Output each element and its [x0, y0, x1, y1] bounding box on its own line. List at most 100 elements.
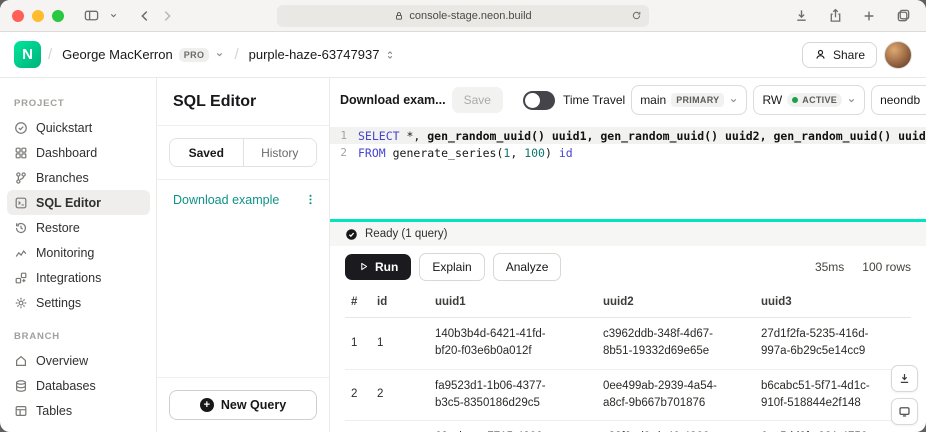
- results-table: # id uuid1 uuid2 uuid3 1 1 140b3b4d-6421…: [345, 287, 911, 432]
- saved-query-item[interactable]: Download example: [157, 180, 329, 219]
- sidebar-item-branches[interactable]: Branches: [7, 165, 150, 190]
- sidebar-item-databases[interactable]: Databases: [7, 373, 150, 398]
- new-tab-icon[interactable]: [858, 4, 880, 28]
- address-bar[interactable]: console-stage.neon.build: [277, 5, 649, 27]
- user-menu[interactable]: George MacKerron PRO: [59, 45, 227, 64]
- sidebar-toggle-icon[interactable]: [80, 4, 102, 28]
- share-button-label: Share: [833, 48, 865, 62]
- downloads-icon[interactable]: [790, 4, 812, 28]
- queries-tabs: Saved History: [169, 138, 317, 167]
- cell-index: 2: [345, 369, 371, 421]
- cell-uuid3: b6cabc51-5f71-4d1c-910f-518844e2f148: [755, 369, 911, 421]
- cell-uuid2: 0ee499ab-2939-4a54-a8cf-9b667b701876: [597, 369, 755, 421]
- avatar[interactable]: [884, 41, 912, 69]
- tab-overview-icon[interactable]: [892, 4, 914, 28]
- database-selector[interactable]: neondb: [871, 85, 926, 115]
- sql-text: ,: [510, 146, 524, 160]
- check-circle-icon: [345, 228, 358, 241]
- share-button[interactable]: Share: [802, 42, 877, 68]
- results-table-container: # id uuid1 uuid2 uuid3 1 1 140b3b4d-6421…: [330, 287, 926, 432]
- editor-main: Download exam... Save Time Travel main P…: [330, 78, 926, 432]
- sidebar-item-settings[interactable]: Settings: [7, 290, 150, 315]
- neon-logo[interactable]: N: [14, 41, 41, 68]
- floating-actions: [891, 365, 918, 425]
- sql-identifier: id: [559, 146, 573, 160]
- analyze-button[interactable]: Analyze: [493, 253, 562, 281]
- sidebar-item-label: Tables: [36, 404, 72, 418]
- chevron-down-icon: [729, 96, 738, 105]
- reload-icon[interactable]: [631, 10, 642, 21]
- sidebar-item-quickstart[interactable]: Quickstart: [7, 115, 150, 140]
- branch-icon: [14, 171, 28, 185]
- compute-selector[interactable]: RW ACTIVE: [753, 85, 865, 115]
- line-number: 2: [330, 146, 358, 159]
- sidebar-item-tables[interactable]: Tables: [7, 398, 150, 423]
- tab-saved[interactable]: Saved: [170, 139, 243, 166]
- share-icon[interactable]: [824, 4, 846, 28]
- chevron-down-icon[interactable]: [102, 4, 124, 28]
- branch-selector[interactable]: main PRIMARY: [631, 85, 747, 115]
- tab-history[interactable]: History: [243, 139, 317, 166]
- cell-uuid2: c3962ddb-348f-4d67-8b51-19332d69e65e: [597, 318, 755, 370]
- close-window-button[interactable]: [12, 10, 24, 22]
- sql-function: gen_random_uuid(): [773, 129, 891, 143]
- sidebar-item-sql-editor[interactable]: SQL Editor: [7, 190, 150, 215]
- queries-tabs-wrap: Saved History: [157, 126, 329, 180]
- plus-icon: +: [200, 398, 214, 412]
- column-header: uuid3: [755, 287, 911, 318]
- query-toolbar: Download exam... Save Time Travel main P…: [330, 78, 926, 122]
- forward-button[interactable]: [156, 4, 178, 28]
- monitoring-icon: [14, 246, 28, 260]
- sidebar-item-label: SQL Editor: [36, 196, 101, 210]
- breadcrumb-separator: /: [48, 46, 52, 63]
- cell-id: 1: [371, 318, 429, 370]
- sidebar-item-monitoring[interactable]: Monitoring: [7, 240, 150, 265]
- sidebar-item-restore[interactable]: Restore: [7, 215, 150, 240]
- run-toolbar: Run Explain Analyze 35ms 100 rows: [330, 246, 926, 287]
- back-button[interactable]: [134, 4, 156, 28]
- browser-actions: [790, 4, 914, 28]
- queries-panel: SQL Editor Saved History Download exampl…: [157, 78, 330, 432]
- sql-editor-icon: [14, 196, 28, 210]
- new-query-button[interactable]: + New Query: [169, 390, 317, 420]
- time-travel-toggle[interactable]: [523, 91, 555, 110]
- sidebar-item-overview[interactable]: Overview: [7, 348, 150, 373]
- panel-bottom: + New Query: [157, 377, 329, 432]
- column-header: uuid1: [429, 287, 597, 318]
- time-travel-label: Time Travel: [563, 93, 625, 107]
- chevron-down-icon: [215, 50, 224, 59]
- sidebar-item-label: Branches: [36, 171, 89, 185]
- zoom-window-button[interactable]: [52, 10, 64, 22]
- active-badge-label: ACTIVE: [802, 95, 837, 105]
- project-sidebar: PROJECT Quickstart Dashboard Branches SQ…: [0, 78, 157, 432]
- download-results-button[interactable]: [891, 365, 918, 392]
- explain-button[interactable]: Explain: [419, 253, 484, 281]
- sidebar-item-dashboard[interactable]: Dashboard: [7, 140, 150, 165]
- sql-function: gen_random_uuid(): [427, 129, 545, 143]
- column-header: #: [345, 287, 371, 318]
- sql-text: uuid2,: [718, 129, 773, 143]
- project-menu[interactable]: purple-haze-63747937: [246, 45, 399, 64]
- expand-results-button[interactable]: [891, 398, 918, 425]
- kebab-menu-icon[interactable]: [302, 191, 319, 208]
- app-header: N / George MacKerron PRO / purple-haze-6…: [0, 32, 926, 78]
- cell-id: 3: [371, 421, 429, 432]
- active-badge: ACTIVE: [787, 93, 842, 107]
- page-title: SQL Editor: [157, 78, 329, 126]
- connection-selectors: main PRIMARY RW ACTIVE neondb: [631, 85, 926, 115]
- code-line: 2 FROM generate_series(1, 100) id: [330, 144, 926, 161]
- sidebar-item-label: Overview: [36, 354, 88, 368]
- sidebar-item-integrations[interactable]: Integrations: [7, 265, 150, 290]
- cell-uuid1: fa9523d1-1b06-4377-b3c5-8350186d29c5: [429, 369, 597, 421]
- save-button[interactable]: Save: [452, 87, 503, 113]
- cell-uuid3: 6ee5dd2f-c981-4756-b277-0784be729b90: [755, 421, 911, 432]
- run-button[interactable]: Run: [345, 254, 411, 280]
- code-line: 1 SELECT *, gen_random_uuid() uuid1, gen…: [330, 127, 926, 144]
- branch-name: main: [640, 93, 666, 107]
- sql-editor-textarea[interactable]: 1 SELECT *, gen_random_uuid() uuid1, gen…: [330, 122, 926, 219]
- sidebar-item-label: Restore: [36, 221, 80, 235]
- sql-keyword: FROM: [358, 146, 386, 160]
- minimize-window-button[interactable]: [32, 10, 44, 22]
- sidebar-item-label: Integrations: [36, 271, 101, 285]
- people-icon: [814, 48, 827, 61]
